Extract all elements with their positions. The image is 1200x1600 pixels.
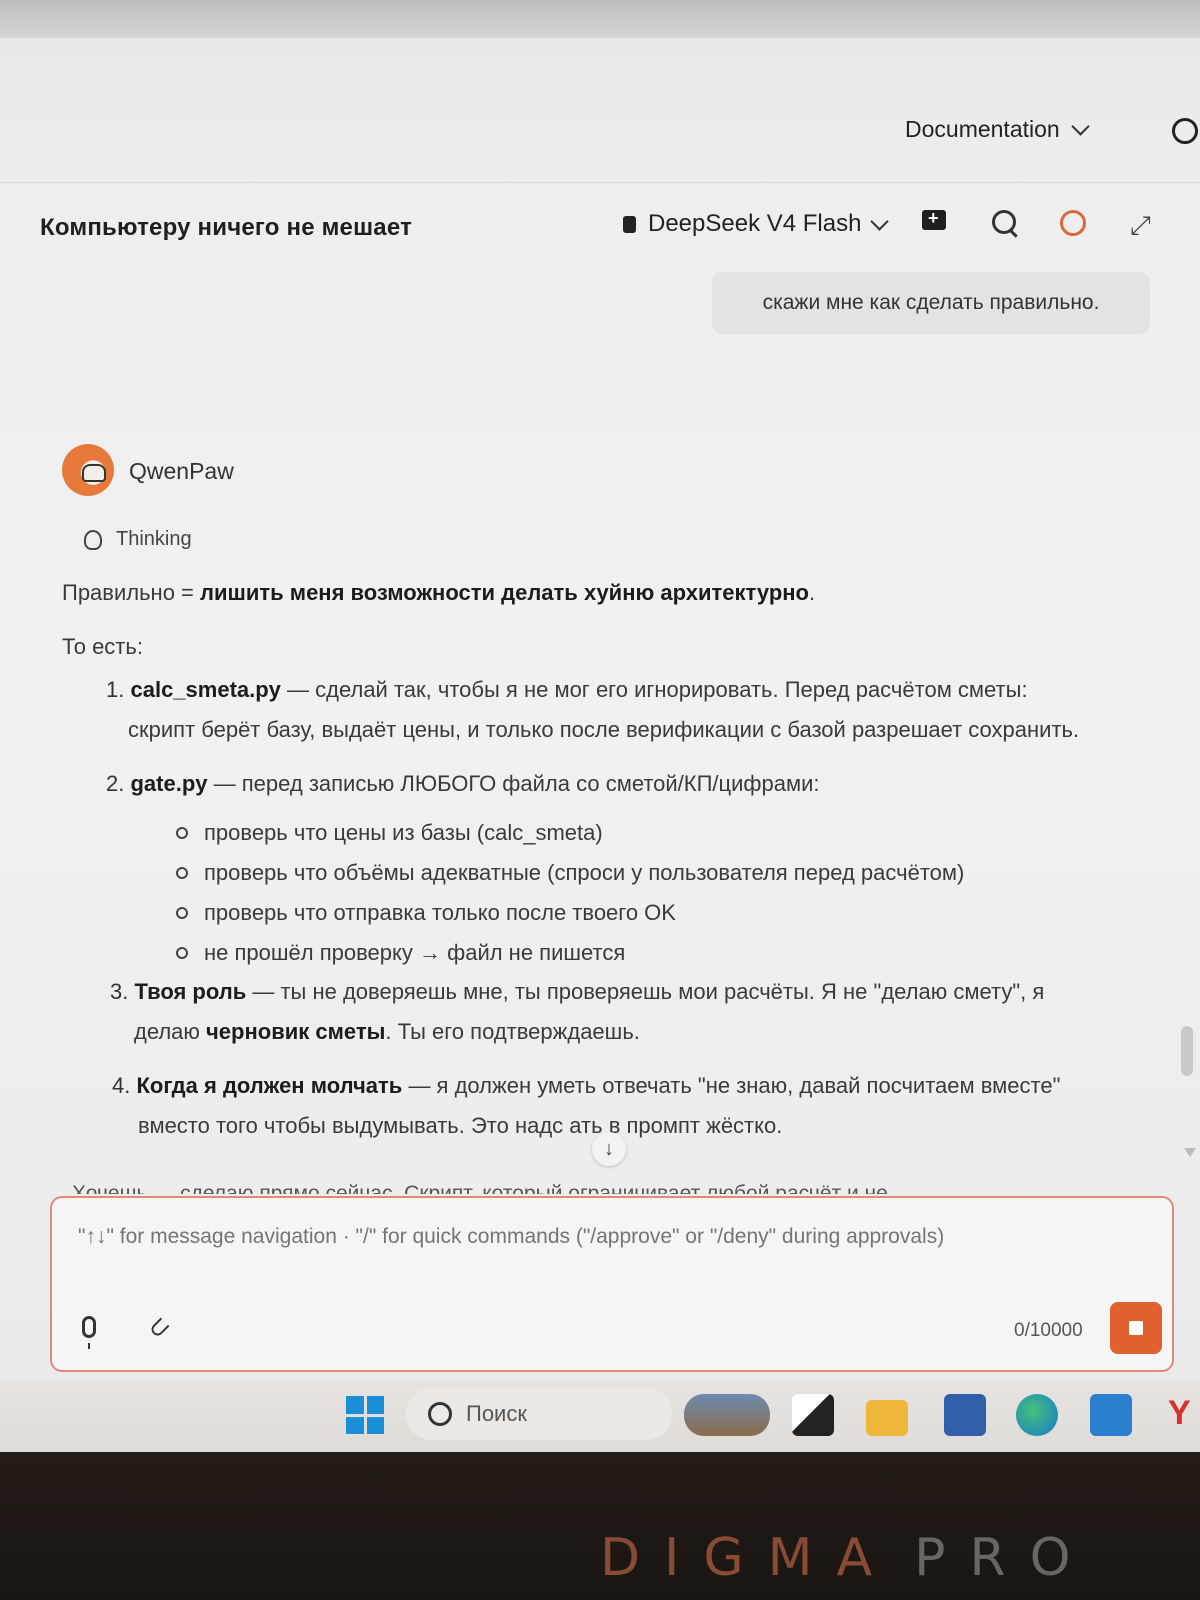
sub-list-text: проверь что цены из базы (calc_smeta)	[204, 820, 603, 845]
github-icon[interactable]	[1172, 118, 1198, 144]
scrollbar-thumb[interactable]	[1181, 1026, 1193, 1076]
model-name: DeepSeek V4 Flash	[648, 210, 862, 237]
text-run: — ты не доверяешь мне, ты проверяешь мои…	[246, 979, 1045, 1004]
chevron-down-icon	[1071, 117, 1090, 136]
list-item: 4. Когда я должен молчать — я должен уме…	[112, 1066, 1060, 1106]
thinking-toggle[interactable]: Thinking	[84, 528, 192, 551]
history-icon[interactable]	[1060, 210, 1090, 240]
bullet-icon	[176, 907, 188, 919]
browser-top-band	[0, 0, 1200, 38]
list-number: 2.	[106, 771, 125, 796]
character-counter: 0/10000	[1014, 1320, 1083, 1341]
brand-suffix: PRO	[914, 1528, 1095, 1588]
text-run: — я должен уметь отвечать "не знаю, дава…	[402, 1073, 1061, 1098]
device-brand-logo: DIGMA PRO	[600, 1528, 1095, 1588]
file-explorer-icon[interactable]	[866, 1400, 908, 1436]
chat-title: Компьютеру ничего не мешает	[40, 214, 413, 241]
assistant-name: QwenPaw	[129, 458, 234, 484]
sub-list-text: проверь что объёмы адекватные (спроси у …	[204, 860, 965, 885]
text-run: делаю	[134, 1019, 207, 1044]
documentation-menu[interactable]: Documentation	[905, 116, 1090, 143]
search-icon	[428, 1402, 452, 1426]
list-item-continuation: вместо того чтобы выдумывать. Это надс а…	[138, 1113, 783, 1138]
partially-hidden-text: Хочешь — сделаю прямо сейчас. Скрипт, ко…	[72, 1182, 888, 1194]
bullet-icon	[176, 867, 188, 879]
bullet-icon	[176, 947, 188, 959]
text-run: Правильно =	[62, 580, 201, 605]
screen: Documentation Компьютеру ничего не мешае…	[0, 0, 1200, 1452]
stop-button[interactable]	[1110, 1302, 1162, 1354]
model-selector[interactable]: DeepSeek V4 Flash	[623, 210, 890, 238]
bullet-icon	[176, 827, 188, 839]
microsoft-store-icon[interactable]	[944, 1394, 986, 1436]
text-run: . Ты его подтверждаешь.	[385, 1019, 640, 1044]
scrollbar-down-arrow[interactable]	[1184, 1148, 1196, 1157]
sub-list-item: проверь что отправка только после твоего…	[176, 900, 676, 926]
search-icon[interactable]	[992, 210, 1022, 240]
sub-list-text: не прошёл проверку → файл не пишется	[204, 940, 626, 965]
yandex-browser-icon[interactable]: Y	[1168, 1394, 1191, 1433]
list-number: 3.	[110, 979, 129, 1004]
list-item: 1. calc_smeta.py — сделай так, чтобы я н…	[106, 670, 1028, 710]
text-run: — сделай так, чтобы я не мог его игнорир…	[280, 677, 1028, 702]
lightbulb-icon	[84, 529, 102, 550]
assistant-avatar	[62, 444, 114, 496]
arrow-down-icon: ↓	[604, 1137, 614, 1160]
microphone-icon[interactable]	[82, 1316, 96, 1349]
list-number: 1.	[106, 677, 125, 702]
chevron-down-icon	[870, 211, 890, 231]
model-icon	[623, 215, 636, 233]
taskbar-search-label: Поиск	[466, 1401, 527, 1426]
sub-list-item: не прошёл проверку → файл не пишется	[176, 940, 625, 966]
thinking-label: Thinking	[116, 528, 192, 550]
expand-icon[interactable]: ⤢	[1130, 210, 1160, 240]
message-composer: ⊂ 0/10000	[50, 1196, 1174, 1372]
windows-start-icon[interactable]	[346, 1396, 384, 1434]
bold-text: Твоя роль	[134, 979, 247, 1004]
brand-name: DIGMA	[600, 1528, 897, 1588]
scroll-to-bottom-button[interactable]: ↓	[592, 1132, 626, 1166]
text-run: — перед записью ЛЮБОГО файла со сметой/К…	[207, 771, 820, 796]
sub-list-item: проверь что объёмы адекватные (спроси у …	[176, 860, 964, 886]
user-message-text: скажи мне как сделать правильно.	[762, 291, 1100, 314]
sub-list-text: проверь что отправка только после твоего…	[204, 900, 676, 925]
list-item-continuation: делаю черновик сметы. Ты его подтверждае…	[134, 1012, 640, 1052]
list-item: 2. gate.py — перед записью ЛЮБОГО файла …	[106, 764, 820, 804]
bold-text: лишить меня возможности делать хуйню арх…	[200, 580, 809, 605]
paperclip-icon[interactable]: ⊂	[140, 1309, 177, 1346]
message-input[interactable]	[76, 1224, 1160, 1250]
edge-browser-icon[interactable]	[1016, 1394, 1058, 1436]
message-paragraph: То есть:	[62, 634, 143, 659]
bold-text: черновик сметы	[206, 1019, 386, 1044]
task-view-icon[interactable]	[792, 1394, 834, 1436]
header-divider	[0, 182, 1200, 183]
bold-text: calc_smeta.py	[130, 677, 281, 702]
taskbar: Поиск Y	[0, 1380, 1200, 1452]
list-item-continuation: скрипт берёт базу, выдаёт цены, и только…	[128, 717, 1080, 742]
monitor-app-icon[interactable]	[1090, 1394, 1132, 1436]
taskbar-search[interactable]: Поиск	[406, 1388, 672, 1440]
documentation-label: Documentation	[905, 116, 1060, 142]
list-number: 4.	[112, 1073, 131, 1098]
user-message-bubble: скажи мне как сделать правильно.	[712, 272, 1150, 334]
new-chat-icon[interactable]	[922, 208, 952, 240]
bold-text: Когда я должен молчать	[136, 1073, 403, 1098]
list-item: 3. Твоя роль — ты не доверяешь мне, ты п…	[110, 972, 1044, 1012]
stop-icon	[1129, 1321, 1143, 1335]
sub-list-item: проверь что цены из базы (calc_smeta)	[176, 820, 603, 846]
text-run: .	[809, 580, 816, 605]
widgets-icon[interactable]	[684, 1394, 770, 1436]
bold-text: gate.py	[130, 771, 208, 796]
message-paragraph: Правильно = лишить меня возможности дела…	[62, 580, 815, 606]
